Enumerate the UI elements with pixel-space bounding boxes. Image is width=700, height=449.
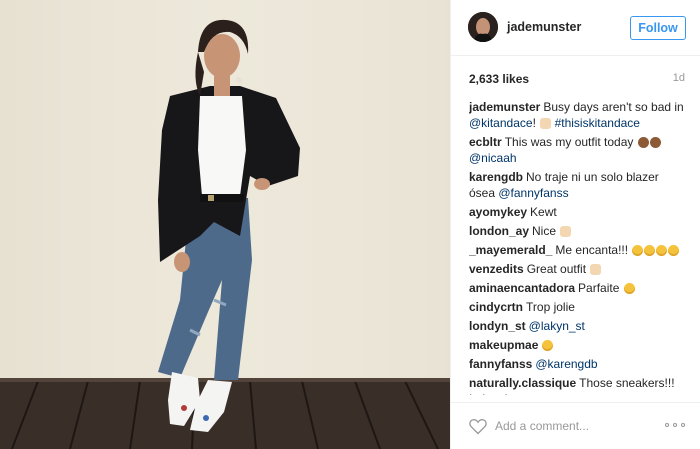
comment-text: This was my outfit today xyxy=(504,135,637,149)
comment-author[interactable]: naturally.classique xyxy=(469,376,576,390)
hand-emoji-icon xyxy=(540,118,552,129)
comment-item: _mayemerald_ Me encanta!!! xyxy=(469,242,687,258)
comment-author[interactable]: londyn_st xyxy=(469,319,526,333)
comment-item: ecbltr This was my outfit today @nicaah xyxy=(469,134,687,166)
smile-emoji-icon xyxy=(632,245,644,256)
post-timestamp[interactable]: 1d xyxy=(673,72,685,84)
comment-item: naturally.classiqueThose sneakers!!! In … xyxy=(469,375,687,395)
comment-author[interactable]: ecbltr xyxy=(469,135,502,149)
comment-item: aminaencantadora Parfaite xyxy=(469,280,687,296)
comment-text: Busy days aren't so bad in xyxy=(543,100,684,114)
comment-mention-link[interactable]: #thisiskitandace xyxy=(555,116,640,130)
comment-item: jademunster Busy days aren't so bad in @k… xyxy=(469,99,687,131)
smile-emoji-icon xyxy=(668,245,680,256)
comment-text: ! xyxy=(532,116,540,130)
comment-item: makeupmae xyxy=(469,337,687,353)
comment-author[interactable]: london_ay xyxy=(469,224,529,238)
comment-author[interactable]: venzedits xyxy=(469,262,524,276)
avatar-image xyxy=(468,12,498,42)
photo-illustration xyxy=(0,0,450,449)
comment-text: Kewt xyxy=(530,205,557,219)
comment-text: Me encanta!!! xyxy=(555,243,632,257)
comment-text: Parfaite xyxy=(578,281,623,295)
comment-mention-link[interactable]: @nicaah xyxy=(469,151,517,165)
comment-item: fannyfanss @karengdb xyxy=(469,356,687,372)
comment-item: ayomykey Kewt xyxy=(469,204,687,220)
more-options-icon[interactable] xyxy=(665,422,687,430)
post-viewer: jademunster Follow 2,633 likes 1d jademu… xyxy=(0,0,700,449)
comment-author[interactable]: cindycrtn xyxy=(469,300,523,314)
comment-mention-link[interactable]: @kitandace xyxy=(469,116,533,130)
comment-item: london_ay Nice xyxy=(469,223,687,239)
comment-item: venzedits Great outfit xyxy=(469,261,687,277)
smile-emoji-icon xyxy=(644,245,656,256)
smile-emoji-icon xyxy=(542,340,554,351)
comment-author[interactable]: karengdb xyxy=(469,170,523,184)
post-stats: 2,633 likes 1d xyxy=(469,72,685,88)
post-photo[interactable] xyxy=(0,0,450,449)
hand-emoji-icon xyxy=(590,264,602,275)
monkey-emoji-icon xyxy=(637,137,649,148)
comment-item: karengdb No traje ni un solo blazer ósea … xyxy=(469,169,687,201)
monkey-emoji-icon xyxy=(649,137,661,148)
comment-author[interactable]: ayomykey xyxy=(469,205,527,219)
post-header: jademunster Follow xyxy=(451,0,700,56)
comment-author[interactable]: jademunster xyxy=(469,100,540,114)
hand-emoji-icon xyxy=(560,226,572,237)
likes-count[interactable]: 2,633 likes xyxy=(469,72,529,86)
smile-emoji-icon xyxy=(623,283,635,294)
comment-author[interactable]: makeupmae xyxy=(469,338,538,352)
comment-text: Great outfit xyxy=(526,262,590,276)
comment-mention-link[interactable]: @karengdb xyxy=(535,357,597,371)
comments-list: jademunster Busy days aren't so bad in @k… xyxy=(469,99,687,395)
post-side-panel: jademunster Follow 2,633 likes 1d jademu… xyxy=(450,0,700,449)
comment-item: londyn_st @lakyn_st xyxy=(469,318,687,334)
follow-button[interactable]: Follow xyxy=(630,16,686,40)
comment-mention-link[interactable]: @fannyfanss xyxy=(498,186,568,200)
avatar[interactable] xyxy=(468,12,498,42)
comment-author[interactable]: aminaencantadora xyxy=(469,281,575,295)
comment-bar xyxy=(451,402,700,449)
add-comment-input[interactable] xyxy=(495,416,645,436)
comment-text: Nice xyxy=(532,224,560,238)
smile-emoji-icon xyxy=(656,245,668,256)
post-author-username[interactable]: jademunster xyxy=(507,20,581,34)
comment-author[interactable]: fannyfanss xyxy=(469,357,532,371)
heart-outline-icon[interactable] xyxy=(468,416,488,436)
comment-author[interactable]: _mayemerald_ xyxy=(469,243,552,257)
comment-item: cindycrtn Trop jolie xyxy=(469,299,687,315)
comment-text: Trop jolie xyxy=(526,300,575,314)
comment-mention-link[interactable]: @lakyn_st xyxy=(529,319,585,333)
